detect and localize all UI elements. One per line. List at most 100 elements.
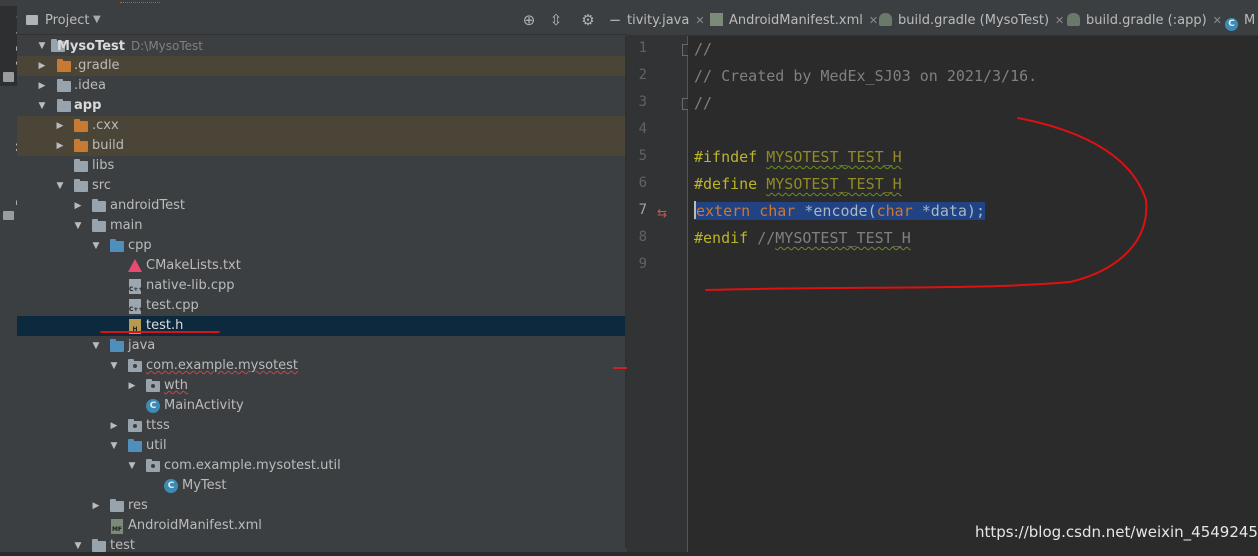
folder-icon <box>92 199 106 212</box>
class-icon: C <box>1225 18 1238 31</box>
tab-label: M <box>1244 13 1256 28</box>
tree-row-util-package[interactable]: ▼ com.example.mysotest.util <box>17 456 627 476</box>
collapse-arrow-icon[interactable]: ▶ <box>73 196 83 216</box>
chevron-down-icon[interactable]: ▼ <box>93 14 101 25</box>
tree-row-mysotest[interactable]: ▼ MysoTest D:\MysoTest <box>17 36 627 56</box>
cpp-file-icon: C++ <box>129 299 143 314</box>
annotation-underline <box>100 331 220 333</box>
code-line-7: extern char *encode(char *data); <box>694 201 985 220</box>
tab-androidmanifest[interactable]: AndroidManifest.xml ✕ <box>710 6 878 35</box>
gear-icon[interactable]: ⚙ <box>579 11 597 29</box>
close-icon[interactable]: ✕ <box>869 14 878 27</box>
line-number-current: 7 <box>638 202 647 218</box>
tree-row-manifest[interactable]: MF AndroidManifest.xml <box>17 516 627 536</box>
collapse-arrow-icon[interactable]: ▶ <box>55 136 65 156</box>
tree-label: com.example.mysotest <box>146 358 299 373</box>
tree-row-util[interactable]: ▼ util <box>17 436 627 456</box>
tree-label: java <box>128 338 156 353</box>
tree-row-native-lib[interactable]: C++ native-lib.cpp <box>17 276 627 296</box>
collapse-all-icon[interactable]: ⇳ <box>547 11 565 29</box>
expand-arrow-icon[interactable]: ▼ <box>73 216 83 236</box>
related-symbol-icon[interactable]: ⇆ <box>657 206 667 220</box>
collapse-arrow-icon[interactable]: ▶ <box>91 496 101 516</box>
expand-arrow-icon[interactable]: ▼ <box>91 236 101 256</box>
expand-arrow-icon[interactable]: ▼ <box>55 176 65 196</box>
folder-icon <box>3 72 14 82</box>
expand-arrow-icon[interactable]: ▼ <box>109 436 119 456</box>
tree-row-cpp[interactable]: ▼ cpp <box>17 236 627 256</box>
tree-label: AndroidManifest.xml <box>128 518 262 533</box>
package-icon <box>128 419 142 432</box>
tree-row-src[interactable]: ▼ src <box>17 176 627 196</box>
resource-manager-tab[interactable]: Resource Manager <box>0 101 27 226</box>
tree-label: com.example.mysotest.util <box>164 458 341 473</box>
resource-folder-icon <box>110 499 124 512</box>
tree-row-cxx[interactable]: ▶ .cxx <box>17 116 627 136</box>
resource-icon <box>3 211 14 220</box>
collapse-arrow-icon[interactable]: ▶ <box>127 376 137 396</box>
collapse-arrow-icon[interactable]: ▶ <box>55 116 65 136</box>
tree-row-wth[interactable]: ▶ wth <box>17 376 627 396</box>
expand-arrow-icon[interactable]: ▼ <box>37 36 47 56</box>
tab-mytest[interactable]: CM <box>1225 6 1255 35</box>
tab-build-gradle-app[interactable]: build.gradle (:app) ✕ <box>1067 6 1222 35</box>
close-icon[interactable]: ✕ <box>1055 14 1064 27</box>
tree-label: ttss <box>146 418 170 433</box>
editor-tab-bar: tivity.java ✕ AndroidManifest.xml ✕ build.… <box>627 6 1258 36</box>
tree-label: test.cpp <box>146 298 199 313</box>
tree-label: CMakeLists.txt <box>146 258 241 273</box>
close-icon[interactable]: ✕ <box>1213 14 1222 27</box>
tab-mainactivity[interactable]: tivity.java ✕ <box>627 6 705 35</box>
tree-label: .idea <box>74 78 106 93</box>
annotation-mark <box>613 367 627 369</box>
tree-label: .cxx <box>92 118 119 133</box>
manifest-file-icon <box>710 13 723 26</box>
project-tool-tab[interactable]: 1: Project <box>0 6 27 86</box>
gradle-icon <box>1067 13 1080 26</box>
tree-row-test-cpp[interactable]: C++ test.cpp <box>17 296 627 316</box>
locate-icon[interactable]: ⊕ <box>520 11 538 29</box>
tab-label: tivity.java <box>627 13 690 28</box>
top-strip-mark <box>120 0 160 3</box>
hide-icon[interactable]: − <box>606 11 624 29</box>
tree-label: util <box>146 438 167 453</box>
tree-row-ttss[interactable]: ▶ ttss <box>17 416 627 436</box>
collapse-arrow-icon[interactable]: ▶ <box>37 76 47 96</box>
expand-arrow-icon[interactable]: ▼ <box>109 356 119 376</box>
folder-icon <box>92 539 106 552</box>
editor-gutter[interactable]: 1 2 3 4 5 6 7 8 9 ⇆ <box>627 36 693 552</box>
expand-arrow-icon[interactable]: ▼ <box>127 456 137 476</box>
line-number: 1 <box>638 40 647 56</box>
tree-row-build[interactable]: ▶ build <box>17 136 627 156</box>
tree-row-mainactivity[interactable]: C MainActivity <box>17 396 627 416</box>
tree-row-package[interactable]: ▼ com.example.mysotest <box>17 356 627 376</box>
expand-arrow-icon[interactable]: ▼ <box>91 336 101 356</box>
tree-row-cmakelists[interactable]: CMakeLists.txt <box>17 256 627 276</box>
tree-label: cpp <box>128 238 152 253</box>
project-view-selector[interactable]: Project <box>45 13 89 28</box>
tree-row-test-h[interactable]: H test.h <box>17 316 627 336</box>
tree-row-gradle[interactable]: ▶ .gradle <box>17 56 627 76</box>
tree-row-mytest[interactable]: C MyTest <box>17 476 627 496</box>
tree-row-main[interactable]: ▼ main <box>17 216 627 236</box>
tab-build-gradle-project[interactable]: build.gradle (MysoTest) ✕ <box>879 6 1064 35</box>
tree-label: MainActivity <box>164 398 244 413</box>
tree-row-app[interactable]: ▼ app <box>17 96 627 116</box>
folder-icon <box>57 79 71 92</box>
tree-row-idea[interactable]: ▶ .idea <box>17 76 627 96</box>
close-icon[interactable]: ✕ <box>695 14 704 27</box>
tree-row-test[interactable]: ▼ test <box>17 536 627 556</box>
expand-arrow-icon[interactable]: ▼ <box>73 536 83 556</box>
tree-row-res[interactable]: ▶ res <box>17 496 627 516</box>
tree-label: build <box>92 138 124 153</box>
code-editor[interactable]: // // Created by MedEx_SJ03 on 2021/3/16… <box>688 36 1258 552</box>
expand-arrow-icon[interactable]: ▼ <box>37 96 47 116</box>
tree-row-libs[interactable]: libs <box>17 156 627 176</box>
tree-label: test.h <box>146 318 184 333</box>
collapse-arrow-icon[interactable]: ▶ <box>109 416 119 436</box>
tree-label: native-lib.cpp <box>146 278 235 293</box>
tree-row-androidtest[interactable]: ▶ androidTest <box>17 196 627 216</box>
collapse-arrow-icon[interactable]: ▶ <box>37 56 47 76</box>
tab-label: build.gradle (MysoTest) <box>898 13 1050 28</box>
tree-row-java[interactable]: ▼ java <box>17 336 627 356</box>
